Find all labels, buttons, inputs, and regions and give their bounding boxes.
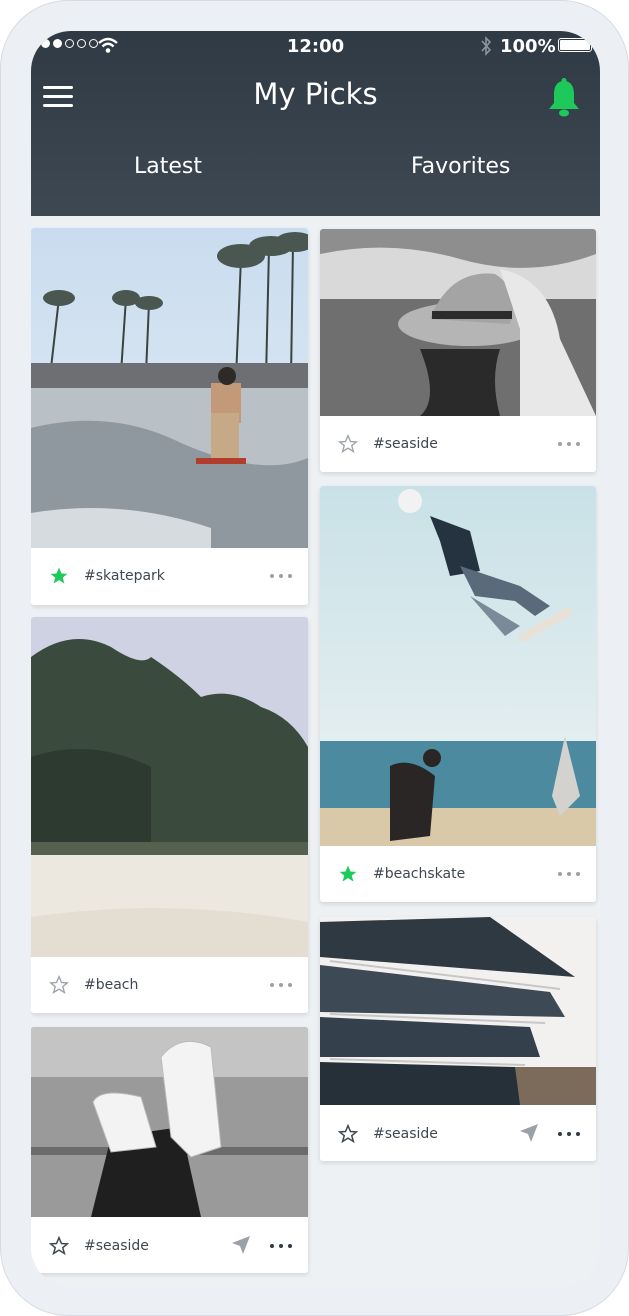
beach-photo [31,617,308,957]
page-title: My Picks [253,77,378,111]
hashtag-label[interactable]: #seaside [84,1238,149,1254]
star-outline-icon[interactable] [338,434,358,454]
more-options-icon[interactable] [558,1132,580,1136]
status-bar: 12:00 100% [31,31,600,61]
star-outline-icon[interactable] [49,1236,69,1256]
star-filled-icon[interactable] [338,864,358,884]
stacked-books-photo [320,917,596,1105]
photo-card[interactable]: #seaside [320,917,596,1161]
tab-favorites[interactable]: Favorites [411,154,510,179]
card-footer: #skatepark [31,548,308,605]
hashtag-label[interactable]: #beachskate [373,866,465,882]
bell-icon[interactable] [546,78,582,118]
send-icon[interactable] [231,1235,251,1255]
star-outline-icon[interactable] [338,1124,358,1144]
hashtag-label[interactable]: #seaside [373,436,438,452]
skatepark-photo [31,228,308,548]
star-outline-icon[interactable] [49,975,69,995]
battery-icon [558,38,592,52]
beach-skater-photo [320,486,596,846]
card-footer: #seaside [320,1105,596,1161]
photo-card[interactable]: #seaside [31,1027,308,1273]
hashtag-label[interactable]: #seaside [373,1126,438,1142]
star-filled-icon[interactable] [49,566,69,586]
tab-latest[interactable]: Latest [134,154,202,179]
card-footer: #beach [31,957,308,1013]
more-options-icon[interactable] [558,442,580,446]
bluetooth-icon [480,36,492,61]
more-options-icon[interactable] [270,1244,292,1248]
send-icon[interactable] [519,1123,539,1143]
hashtag-label[interactable]: #beach [84,977,138,993]
more-options-icon[interactable] [270,574,292,578]
photo-card[interactable]: #beachskate [320,486,596,902]
app-screen: 12:00 100% My Picks Latest Favorites #sk… [31,31,600,1287]
card-footer: #beachskate [320,846,596,902]
more-options-icon[interactable] [270,983,292,987]
app-header: 12:00 100% My Picks Latest Favorites [31,31,600,216]
photo-card[interactable]: #beach [31,617,308,1013]
card-footer: #seaside [320,416,596,472]
photo-card[interactable]: #skatepark [31,228,308,605]
battery-percent: 100% [500,36,556,57]
card-footer: #seaside [31,1217,308,1273]
hashtag-label[interactable]: #skatepark [84,568,165,584]
phone-frame: 12:00 100% My Picks Latest Favorites #sk… [0,0,629,1316]
sneakers-photo [31,1027,308,1217]
more-options-icon[interactable] [558,872,580,876]
seaside-hat-photo [320,229,596,416]
photo-card[interactable]: #seaside [320,229,596,472]
